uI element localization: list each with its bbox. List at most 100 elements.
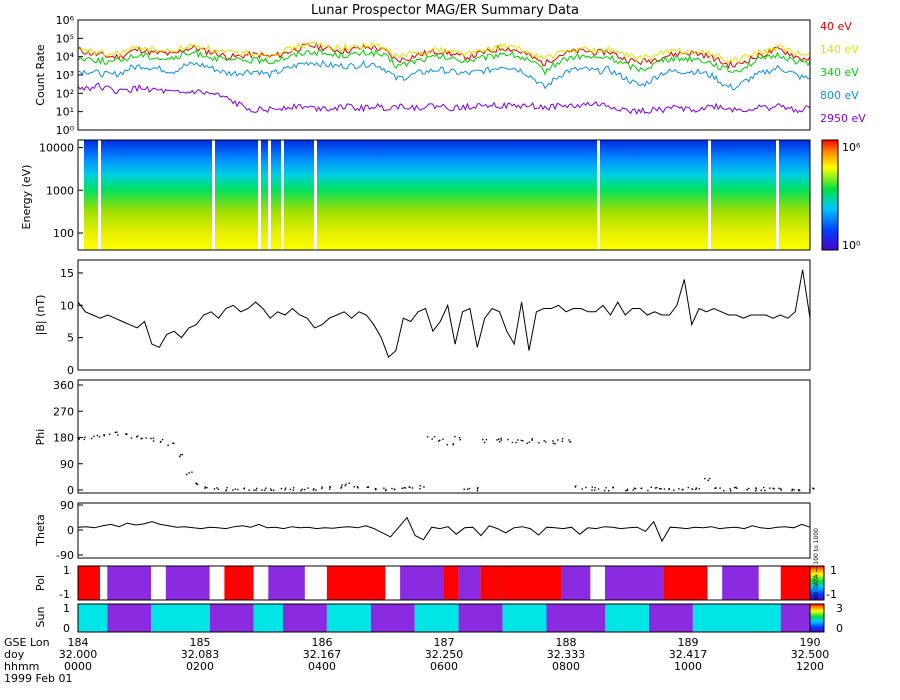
phi-point <box>341 484 343 486</box>
phi-point <box>687 486 689 489</box>
phi-point <box>411 487 414 489</box>
sun-segment <box>151 604 210 632</box>
phi-point <box>191 471 193 473</box>
data-gap <box>98 140 101 250</box>
phi-point <box>714 487 716 489</box>
legend-entry: 340 eV <box>820 66 859 79</box>
phi-point <box>419 488 421 490</box>
phi-point <box>216 487 218 489</box>
phi-point <box>181 453 184 456</box>
phi-point <box>755 488 758 490</box>
field-magnitude-frame <box>77 259 811 371</box>
footer-date: 1999 Feb 01 <box>4 672 72 685</box>
phi-point <box>791 490 793 492</box>
sun-colorbar-max: 3 <box>836 602 843 615</box>
phi-point <box>748 487 750 490</box>
phi-point <box>167 444 169 446</box>
phi-point <box>321 486 323 488</box>
polarity-segment <box>268 566 305 600</box>
footer-hhmm-label: 0800 <box>552 660 580 673</box>
phi-point <box>289 488 291 491</box>
sun-ytick-top: 1 <box>63 602 70 615</box>
phi-point <box>345 483 347 485</box>
data-gap <box>776 140 779 250</box>
polarity-segment <box>502 566 562 600</box>
phi-point <box>348 482 350 484</box>
phi-point <box>545 441 547 443</box>
phi-point <box>591 486 593 488</box>
phi-point <box>719 487 721 489</box>
phi-point <box>300 490 302 492</box>
phi-point <box>736 487 738 489</box>
phi-point <box>591 489 593 491</box>
sun-segment <box>370 604 415 632</box>
sun-segment <box>253 604 283 632</box>
phi-point <box>226 487 228 489</box>
phi-point <box>654 487 657 489</box>
phi-point <box>594 487 596 489</box>
polarity-segment <box>561 566 591 600</box>
phi-point <box>114 431 117 434</box>
polarity-segment <box>78 566 100 600</box>
phi-point <box>496 439 498 441</box>
phi-point <box>419 485 421 487</box>
phi-point <box>248 489 250 491</box>
phi-point <box>307 487 309 489</box>
phi-point <box>152 440 155 442</box>
phi-point <box>528 441 530 443</box>
spectrogram-colorbar-max: 10⁶ <box>842 141 861 154</box>
phi-point <box>498 438 500 440</box>
polarity-segment <box>224 566 254 600</box>
phi-point <box>531 439 533 441</box>
count-rate-panel: Count Rate 10⁰ 10¹ 10² 10³ 10⁴ 10⁵ 10⁶ 40 eV 14… <box>34 14 866 137</box>
polarity-segment <box>253 566 269 600</box>
ytick-label: 270 <box>53 405 74 418</box>
phi-point <box>265 487 267 489</box>
phi-point <box>612 486 614 489</box>
phi-point <box>603 489 606 492</box>
phi-point <box>161 438 164 441</box>
phi-point <box>632 489 634 491</box>
phi-point <box>515 441 517 444</box>
phi-point <box>626 489 628 491</box>
series-line-4 <box>77 82 811 115</box>
legend-entry: 800 eV <box>820 89 859 102</box>
sun-segment <box>605 604 649 632</box>
phi-point <box>103 435 105 437</box>
phi-point <box>321 487 323 490</box>
polarity-segment <box>100 566 108 600</box>
phi-point <box>569 441 572 443</box>
phi-point <box>543 440 545 442</box>
spectrogram-yticks: 100 1000 10000 <box>39 142 83 240</box>
footer-hhmm-label: 0200 <box>186 660 214 673</box>
polarity-panel: Pol 1 -1 1 -1 NO DATA — 100 to 1000 <box>34 528 837 601</box>
theta-frame <box>77 502 811 559</box>
phi-point <box>301 488 303 491</box>
data-gap <box>268 140 271 250</box>
phi-point <box>698 488 700 490</box>
phi-point <box>468 487 471 490</box>
polarity-segment <box>590 566 605 600</box>
data-gap <box>212 140 215 250</box>
polarity-ylabel: Pol <box>34 575 47 591</box>
field-magnitude-line <box>77 269 811 358</box>
phi-point <box>522 440 524 442</box>
phi-point <box>483 441 486 444</box>
footer-hhmm-label: 1200 <box>796 660 824 673</box>
ytick-label: 360 <box>53 379 74 392</box>
phi-point <box>280 487 283 490</box>
sun-ylabel: Sun <box>34 607 47 628</box>
phi-point <box>383 487 385 489</box>
phi-point <box>423 486 425 488</box>
sun-segment <box>209 604 254 632</box>
footer-tick-labels: 18432.000000018532.083020018632.16704001… <box>59 636 830 673</box>
phi-point <box>292 489 294 491</box>
count-rate-series <box>77 41 811 115</box>
spectrogram-colorbar <box>821 139 839 251</box>
phi-point <box>404 487 407 489</box>
ytick-label: 5 <box>67 332 74 345</box>
sun-panel: Sun 1 0 3 0 <box>34 602 843 635</box>
phi-point <box>647 489 649 492</box>
ytick-label: 10⁴ <box>56 51 75 64</box>
theta-yticks: -90 0 90 <box>56 499 83 562</box>
